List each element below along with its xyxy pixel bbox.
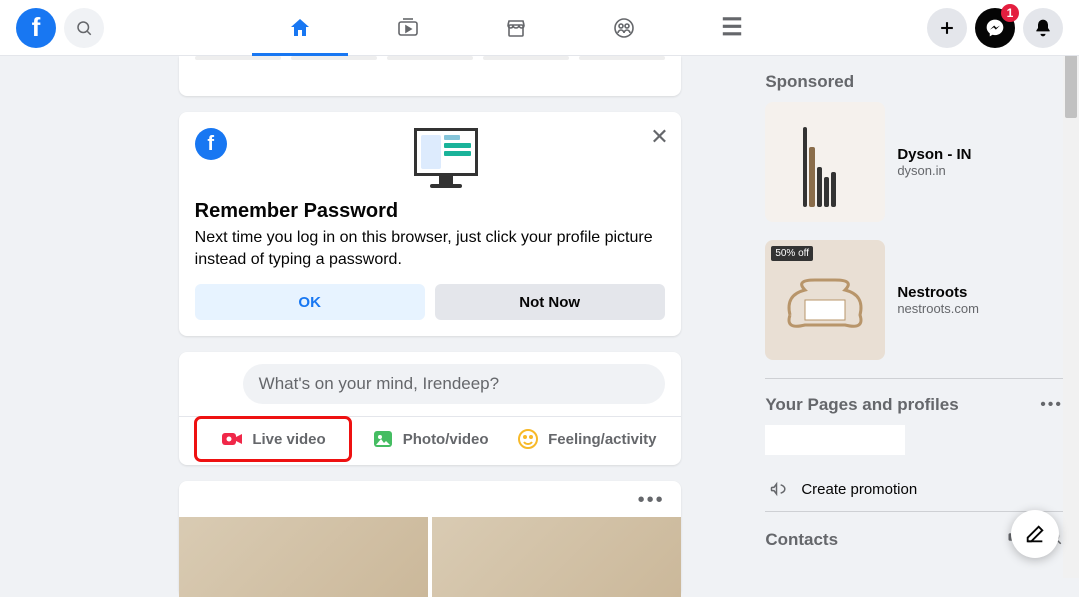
facebook-icon: f xyxy=(195,128,227,160)
ad-domain: dyson.in xyxy=(897,163,971,178)
bell-icon xyxy=(1033,18,1053,38)
sponsored-ad-nestroots[interactable]: 50% off Nestroots nestroots.com xyxy=(765,240,1063,360)
sponsored-title: Sponsored xyxy=(765,72,1063,92)
stories-stub xyxy=(179,56,681,96)
create-promotion-label: Create promotion xyxy=(801,481,917,498)
ad-title: Dyson - IN xyxy=(897,146,971,163)
nav-marketplace[interactable] xyxy=(466,0,566,56)
pages-menu-button[interactable]: ••• xyxy=(1040,396,1063,414)
groups-icon xyxy=(612,16,636,40)
remember-password-card: ✕ f Remember Password Next time you log … xyxy=(179,112,681,336)
nav-menu[interactable]: ☰ xyxy=(682,0,782,56)
nav-home[interactable] xyxy=(250,0,350,56)
photo-video-label: Photo/video xyxy=(403,431,489,448)
right-icons: 1 xyxy=(927,8,1063,48)
compose-fab[interactable] xyxy=(1011,510,1059,558)
right-column: Sponsored Dyson - IN dyson.in 50% off Ne… xyxy=(749,56,1079,578)
hamburger-icon: ☰ xyxy=(721,13,743,42)
megaphone-icon xyxy=(769,479,789,499)
facebook-logo[interactable]: f xyxy=(16,8,56,48)
close-button[interactable]: ✕ xyxy=(650,124,668,150)
feed-column: ✕ f Remember Password Next time you log … xyxy=(110,56,749,578)
composer-input[interactable]: What's on your mind, Irendeep? xyxy=(243,364,665,404)
nav-groups[interactable] xyxy=(574,0,674,56)
search-button[interactable] xyxy=(64,8,104,48)
search-icon xyxy=(75,19,93,37)
remember-password-text: Next time you log in on this browser, ju… xyxy=(195,227,665,270)
live-video-button[interactable]: Live video xyxy=(195,417,352,461)
messenger-button[interactable]: 1 xyxy=(975,8,1015,48)
sponsored-ad-dyson[interactable]: Dyson - IN dyson.in xyxy=(765,102,1063,222)
create-promotion-button[interactable]: Create promotion xyxy=(765,473,1063,505)
photo-video-button[interactable]: Photo/video xyxy=(351,417,508,461)
browser-scrollbar[interactable]: ▴ xyxy=(1063,0,1079,578)
post-menu-button[interactable]: ••• xyxy=(638,489,665,512)
plus-icon xyxy=(937,18,957,38)
center-nav: ☰ xyxy=(250,0,749,56)
photo-icon xyxy=(371,427,395,451)
messenger-icon xyxy=(985,18,1005,38)
ad-domain: nestroots.com xyxy=(897,301,979,316)
page-item-placeholder[interactable] xyxy=(765,425,905,455)
edit-icon xyxy=(1024,523,1046,545)
composer-card: What's on your mind, Irendeep? Live vide… xyxy=(179,352,681,465)
live-video-label: Live video xyxy=(252,431,325,448)
feeling-label: Feeling/activity xyxy=(548,431,656,448)
feed-post: ••• xyxy=(179,481,681,597)
feeling-button[interactable]: Feeling/activity xyxy=(508,417,665,461)
monitor-illustration xyxy=(414,128,478,188)
sale-badge: 50% off xyxy=(771,246,813,261)
ok-button[interactable]: OK xyxy=(195,284,425,320)
watch-icon xyxy=(396,16,420,40)
notifications-button[interactable] xyxy=(1023,8,1063,48)
composer-placeholder: What's on your mind, Irendeep? xyxy=(259,374,499,394)
home-icon xyxy=(288,16,312,40)
live-video-icon xyxy=(220,427,244,451)
not-now-button[interactable]: Not Now xyxy=(435,284,665,320)
post-images[interactable] xyxy=(179,517,681,597)
ad-image xyxy=(765,102,885,222)
feeling-icon xyxy=(516,427,540,451)
messenger-badge: 1 xyxy=(1001,4,1019,22)
pages-title: Your Pages and profiles xyxy=(765,395,958,415)
nav-watch[interactable] xyxy=(358,0,458,56)
create-button[interactable] xyxy=(927,8,967,48)
ad-image: 50% off xyxy=(765,240,885,360)
ad-title: Nestroots xyxy=(897,284,979,301)
top-nav: f ☰ 1 xyxy=(0,0,1079,56)
contacts-title: Contacts xyxy=(765,530,838,550)
marketplace-icon xyxy=(504,16,528,40)
remember-password-title: Remember Password xyxy=(195,200,665,223)
